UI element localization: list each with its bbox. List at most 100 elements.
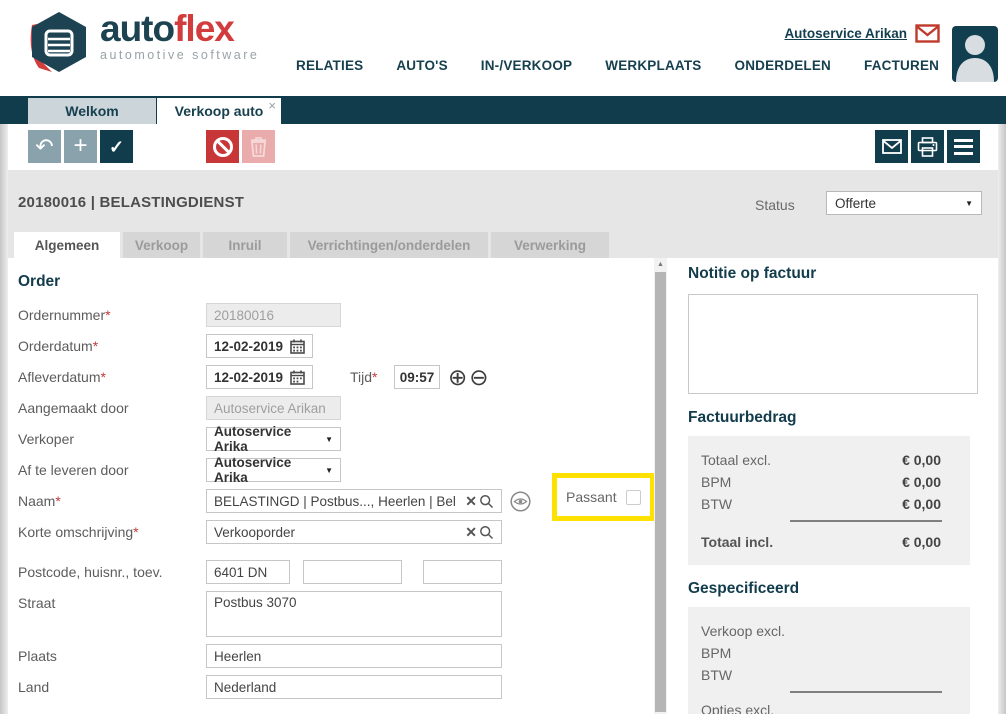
row-naam: Naam* BELASTINGD | Postbus..., Heerlen |… (18, 489, 658, 513)
factuurbedrag-box: Totaal excl. € 0,00 BPM € 0,00 BTW € 0,0… (688, 436, 970, 565)
tijd-label: Tijd* (350, 369, 394, 385)
add-button[interactable]: + (64, 130, 97, 163)
toolbar: ↶ + ✓ (8, 124, 998, 170)
passant-highlight: Passant (552, 473, 655, 521)
straat-textarea[interactable]: Postbus 3070 (206, 591, 502, 637)
korte-omschrijving-input[interactable]: Verkooporder ✕ (206, 520, 502, 544)
tab-algemeen[interactable]: Algemeen (14, 232, 120, 258)
notitie-heading: Notitie op factuur (688, 265, 998, 283)
sum-divider (790, 520, 942, 522)
notitie-textarea[interactable] (688, 294, 978, 394)
passant-label: Passant (566, 489, 617, 505)
clear-icon[interactable]: ✕ (465, 524, 477, 541)
straat-label: Straat (18, 591, 206, 615)
ordernummer-label: Ordernummer* (18, 303, 206, 327)
spec-row: Opties excl. (688, 699, 970, 714)
row-aangemaakt-door: Aangemaakt door Autoservice Arikan (18, 396, 658, 420)
nav-item-in-verkoop[interactable]: IN-/VERKOOP (481, 58, 572, 73)
row-ordernummer: Ordernummer* 20180016 (18, 303, 658, 327)
af-te-leveren-door-select[interactable]: Autoservice Arika ▼ (206, 458, 341, 482)
afleverdatum-label: Afleverdatum* (18, 365, 206, 389)
autoflex-logo: autoflex automotive software (26, 10, 259, 74)
vertical-scrollbar[interactable]: ▲ (654, 258, 667, 714)
tijd-input[interactable]: 09:57 (394, 365, 440, 389)
print-button[interactable] (911, 130, 944, 163)
app-window: autoflex automotive software RELATIES AU… (0, 0, 1006, 714)
amount-row: BPM € 0,00 (688, 471, 970, 493)
chevron-down-icon: ▼ (965, 199, 973, 208)
plus-icon: + (73, 134, 87, 158)
time-plus-icon[interactable]: ⊕ (448, 366, 467, 389)
trash-icon (250, 137, 267, 157)
logo-hexagon-icon (26, 10, 92, 74)
hamburger-menu-icon (954, 139, 973, 155)
page-title: 20180016 | BELASTINGDIENST (18, 194, 244, 211)
passant-checkbox[interactable] (626, 490, 641, 505)
scrollbar-thumb[interactable] (655, 272, 666, 712)
spec-row: BTW (688, 664, 970, 686)
row-korte-omschrijving: Korte omschrijving* Verkooporder ✕ (18, 520, 658, 544)
cancel-order-button[interactable] (206, 130, 239, 163)
section-heading-order: Order (18, 273, 658, 291)
eye-icon (510, 491, 531, 512)
toevoeging-input[interactable] (423, 560, 502, 584)
postcode-label: Postcode, huisnr., toev. (18, 560, 206, 584)
ordernummer-input: 20180016 (206, 303, 341, 327)
nav-item-facturen[interactable]: FACTUREN (864, 58, 939, 73)
postcode-input[interactable]: 6401 DN (206, 560, 290, 584)
clear-icon[interactable]: ✕ (465, 493, 477, 510)
tab-welkom[interactable]: Welkom (28, 98, 156, 124)
factuurbedrag-heading: Factuurbedrag (688, 409, 998, 427)
search-icon[interactable] (479, 494, 494, 509)
huisnummer-input[interactable] (303, 560, 402, 584)
delete-button[interactable] (242, 130, 275, 163)
view-relation-button[interactable] (510, 491, 531, 512)
search-icon[interactable] (479, 525, 494, 540)
nav-item-relaties[interactable]: RELATIES (296, 58, 363, 73)
mail-notification-icon[interactable] (915, 24, 940, 43)
orderdatum-input[interactable]: 12-02-2019 (206, 334, 313, 358)
status-select[interactable]: Offerte ▼ (826, 191, 982, 215)
close-tab-icon[interactable]: × (268, 98, 276, 113)
land-input[interactable]: Nederland (206, 675, 502, 699)
logo-wordmark: autoflex (100, 8, 234, 49)
check-icon: ✓ (109, 138, 124, 156)
plaats-input[interactable]: Heerlen (206, 644, 502, 668)
logo-tagline: automotive software (100, 49, 259, 62)
korte-omschrijving-label: Korte omschrijving* (18, 520, 206, 544)
naam-input[interactable]: BELASTINGD | Postbus..., Heerlen | Bel ✕ (206, 489, 502, 513)
nav-item-werkplaats[interactable]: WERKPLAATS (605, 58, 701, 73)
nav-item-autos[interactable]: AUTO'S (396, 58, 447, 73)
person-icon (952, 26, 998, 82)
status-value: Offerte (835, 196, 965, 211)
row-land: Land Nederland (18, 675, 658, 699)
afleverdatum-input[interactable]: 12-02-2019 (206, 365, 313, 389)
window-tab-bar: Welkom Verkoop auto × (0, 96, 1006, 124)
tab-verkoop-auto[interactable]: Verkoop auto × (157, 98, 281, 124)
tab-verwerking[interactable]: Verwerking (491, 232, 609, 258)
scroll-up-icon[interactable]: ▲ (654, 258, 667, 271)
verkoper-select[interactable]: Autoservice Arika ▼ (206, 427, 341, 451)
time-minus-icon[interactable]: ⊖ (469, 366, 488, 389)
verkoper-label: Verkoper (18, 427, 206, 451)
tab-inruil[interactable]: Inruil (203, 232, 287, 258)
printer-icon (917, 137, 938, 157)
row-plaats: Plaats Heerlen (18, 644, 658, 668)
amount-row: BTW € 0,00 (688, 493, 970, 515)
naam-label: Naam* (18, 489, 206, 513)
undo-button[interactable]: ↶ (28, 130, 61, 163)
save-button[interactable]: ✓ (100, 130, 133, 163)
email-button[interactable] (875, 130, 908, 163)
nav-item-onderdelen[interactable]: ONDERDELEN (735, 58, 832, 73)
row-postcode: Postcode, huisnr., toev. 6401 DN (18, 560, 658, 584)
menu-button[interactable] (947, 130, 980, 163)
user-avatar[interactable] (952, 26, 998, 82)
calendar-icon[interactable] (290, 339, 305, 354)
calendar-icon[interactable] (290, 370, 305, 385)
main-nav: RELATIES AUTO'S IN-/VERKOOP WERKPLAATS O… (296, 58, 939, 73)
title-band: 20180016 | BELASTINGDIENST Status Offert… (8, 170, 998, 258)
user-account-link[interactable]: Autoservice Arikan (784, 26, 907, 41)
tab-verrichtingen-onderdelen[interactable]: Verrichtingen/onderdelen (290, 232, 488, 258)
tab-verkoop[interactable]: Verkoop (123, 232, 200, 258)
chevron-down-icon: ▼ (325, 466, 333, 475)
